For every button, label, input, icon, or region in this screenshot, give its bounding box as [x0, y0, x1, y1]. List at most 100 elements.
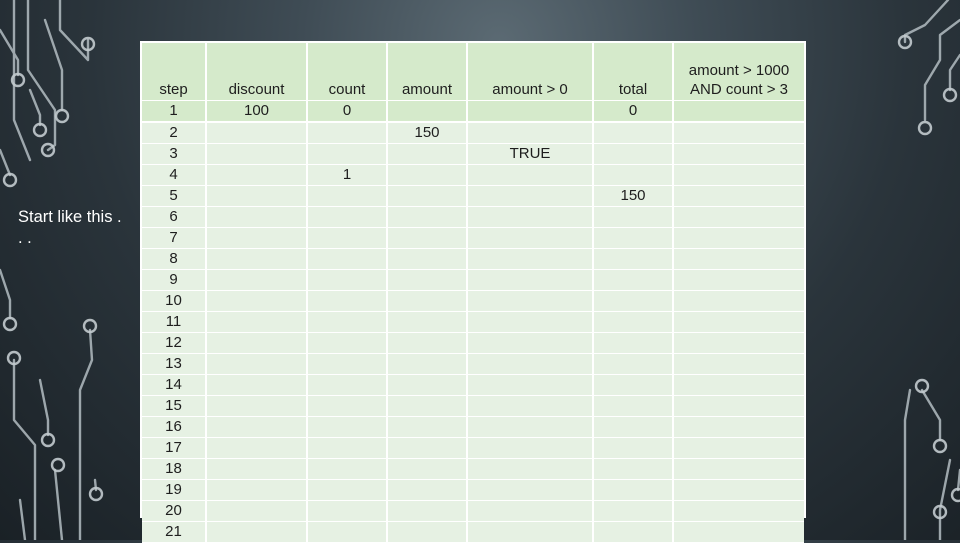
table-row: 9: [142, 269, 804, 291]
cell-step: 8: [142, 248, 206, 270]
cell-condition: [672, 122, 804, 144]
cell-count: [306, 185, 387, 207]
cell-amount-positive: [466, 269, 593, 291]
cell-amount-positive: [466, 437, 593, 459]
cell-total: [592, 416, 673, 438]
cell-step: 3: [142, 143, 206, 165]
cell-discount: [205, 437, 307, 459]
table-row: 18: [142, 458, 804, 480]
cell-count: 1: [306, 164, 387, 186]
trace-table: step discount count amount amount > 0 to…: [140, 41, 806, 543]
cell-amount-positive: [466, 248, 593, 270]
cell-count: [306, 122, 387, 144]
cell-amount-positive: [466, 416, 593, 438]
cell-amount-positive: [466, 164, 593, 186]
cell-amount: [386, 227, 467, 249]
cell-condition: [672, 416, 804, 438]
cell-discount: [205, 164, 307, 186]
table-row: 2 150: [142, 122, 804, 144]
cell-condition: [672, 164, 804, 186]
cell-amount: [386, 416, 467, 438]
cell-step: 15: [142, 395, 206, 417]
cell-total: 150: [592, 185, 673, 207]
cell-count: [306, 479, 387, 501]
trace-table-grid: step discount count amount amount > 0 to…: [142, 43, 804, 543]
cell-step: 12: [142, 332, 206, 354]
cell-total: [592, 206, 673, 228]
table-row: 17: [142, 437, 804, 459]
cell-count: [306, 248, 387, 270]
cell-discount: [205, 269, 307, 291]
cell-discount: [205, 353, 307, 375]
cell-total: [592, 521, 673, 543]
cell-count: [306, 332, 387, 354]
cell-discount: [205, 248, 307, 270]
cell-discount: [205, 458, 307, 480]
column-header-amount: amount: [386, 43, 467, 101]
cell-condition: [672, 479, 804, 501]
table-row: 5 150: [142, 185, 804, 207]
cell-step: 7: [142, 227, 206, 249]
cell-amount: [386, 500, 467, 522]
cell-condition: [672, 227, 804, 249]
cell-discount: [205, 206, 307, 228]
cell-total: [592, 437, 673, 459]
cell-condition: [672, 248, 804, 270]
cell-step: 10: [142, 290, 206, 312]
cell-amount-positive: [466, 353, 593, 375]
table-row: 6: [142, 206, 804, 228]
cell-count: [306, 395, 387, 417]
cell-amount: [386, 185, 467, 207]
cell-condition: [672, 374, 804, 396]
cell-amount: [386, 290, 467, 312]
cell-step: 20: [142, 500, 206, 522]
trace-table-body: step discount count amount amount > 0 to…: [142, 43, 804, 543]
cell-step: 14: [142, 374, 206, 396]
cell-total: [592, 332, 673, 354]
cell-amount: [386, 458, 467, 480]
table-row: 13: [142, 353, 804, 375]
cell-total: 0: [592, 100, 673, 123]
cell-amount-positive: [466, 227, 593, 249]
table-row: 3 TRUE: [142, 143, 804, 165]
cell-count: [306, 353, 387, 375]
table-row: 16: [142, 416, 804, 438]
cell-amount-positive: TRUE: [466, 143, 593, 165]
cell-amount-positive: [466, 332, 593, 354]
table-row: 11: [142, 311, 804, 333]
table-row: 19: [142, 479, 804, 501]
cell-count: [306, 143, 387, 165]
cell-total: [592, 227, 673, 249]
cell-count: [306, 206, 387, 228]
cell-discount: [205, 311, 307, 333]
cell-amount: [386, 479, 467, 501]
cell-amount: [386, 395, 467, 417]
cell-count: [306, 290, 387, 312]
cell-condition: [672, 143, 804, 165]
cell-condition: [672, 311, 804, 333]
cell-total: [592, 122, 673, 144]
cell-step: 11: [142, 311, 206, 333]
cell-amount-positive: [466, 290, 593, 312]
cell-discount: [205, 185, 307, 207]
cell-condition: [672, 290, 804, 312]
cell-step: 17: [142, 437, 206, 459]
table-row: 8: [142, 248, 804, 270]
cell-discount: 100: [205, 100, 307, 123]
cell-discount: [205, 395, 307, 417]
cell-count: [306, 416, 387, 438]
cell-amount-positive: [466, 206, 593, 228]
cell-count: [306, 437, 387, 459]
cell-step: 2: [142, 122, 206, 144]
cell-total: [592, 353, 673, 375]
table-row: 1 100 0 0: [142, 100, 804, 123]
cell-count: [306, 374, 387, 396]
cell-discount: [205, 143, 307, 165]
column-header-step: step: [142, 43, 206, 101]
cell-condition: [672, 100, 804, 123]
cell-amount-positive: [466, 122, 593, 144]
cell-total: [592, 311, 673, 333]
column-header-total: total: [592, 43, 673, 101]
cell-amount: [386, 332, 467, 354]
cell-discount: [205, 227, 307, 249]
